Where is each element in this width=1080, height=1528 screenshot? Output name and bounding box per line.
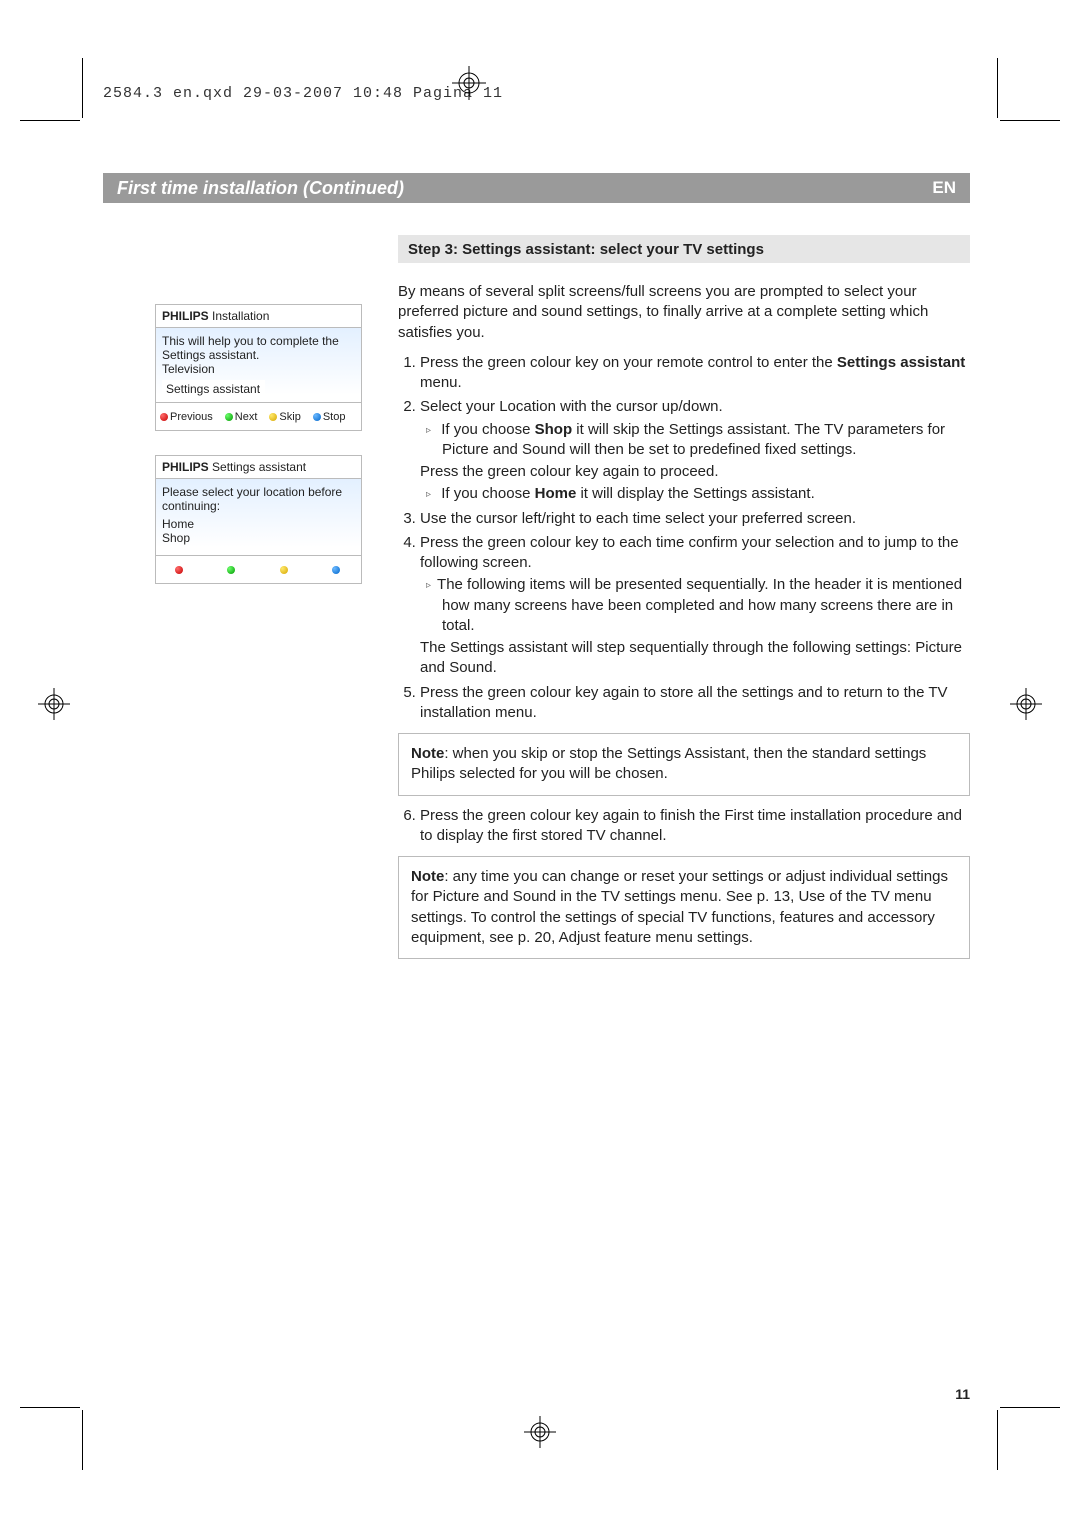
cropmark [82,1410,83,1470]
step-3: Use the cursor left/right to each time s… [420,509,970,529]
page-title: First time installation (Continued) [117,178,932,199]
yellow-dot-icon [269,413,277,421]
menu-line: This will help you to complete the Setti… [162,334,355,362]
yellow-dot-icon [280,566,288,574]
body-text: By means of several split screens/full s… [398,282,970,969]
step-heading: Step 3: Settings assistant: select your … [398,235,970,263]
menu-header: PHILIPS Installation [155,304,362,327]
step-5: Press the green colour key again to stor… [420,683,970,724]
red-dot-icon [175,566,183,574]
language-badge: EN [932,178,956,198]
note-box: Note: any time you can change or reset y… [398,856,970,959]
step-extra: The Settings assistant will step sequent… [420,638,970,679]
cropmark [997,58,998,118]
menu-preview-settings-assistant: PHILIPS Settings assistant Please select… [155,455,362,584]
menu-footer: Previous Next Skip Stop [155,403,362,431]
step-2: Select your Location with the cursor up/… [420,397,970,504]
registration-mark-icon [38,688,70,720]
cropmark [1000,1407,1060,1408]
red-dot-icon [160,413,168,421]
menu-footer [155,556,362,584]
note-text: : any time you can change or reset your … [411,868,948,946]
registration-mark-icon [1010,688,1042,720]
page-number: 11 [955,1386,970,1402]
menu-line: Television [162,362,355,376]
registration-mark-icon [524,1416,556,1448]
green-dot-icon [225,413,233,421]
green-dot-icon [227,566,235,574]
note-label: Note [411,868,444,885]
manual-page: 2584.3 en.qxd 29-03-2007 10:48 Pagina 11… [0,0,1080,1528]
menu-line: Please select your location before conti… [162,485,355,513]
substep: The following items will be presented se… [420,575,970,636]
menu-body: Please select your location before conti… [155,478,362,556]
menu-line: Shop [162,531,355,545]
menu-body: This will help you to complete the Setti… [155,327,362,403]
blue-dot-icon [313,413,321,421]
note-box: Note: when you skip or stop the Settings… [398,733,970,796]
substep: If you choose Shop it will skip the Sett… [420,420,970,461]
blue-dot-icon [332,566,340,574]
cropmark [1000,120,1060,121]
menu-title: Settings assistant [212,460,306,474]
menu-line: Home [162,517,355,531]
substep: If you choose Home it will display the S… [420,484,970,504]
menu-title: Installation [212,309,269,323]
cropmark [20,1407,80,1408]
registration-mark-icon [452,66,486,100]
instruction-list-cont: Press the green colour key again to fini… [398,806,970,847]
brand-label: PHILIPS [162,309,209,323]
colour-key-stop: Stop [313,411,346,423]
colour-key-next: Next [225,411,258,423]
intro-paragraph: By means of several split screens/full s… [398,282,970,343]
print-slug: 2584.3 en.qxd 29-03-2007 10:48 Pagina 11 [103,85,503,102]
instruction-list: Press the green colour key on your remot… [398,353,970,723]
cropmark [997,1410,998,1470]
menu-selected-item: Settings assistant [162,380,265,398]
note-text: : when you skip or stop the Settings Ass… [411,745,926,782]
menu-preview-installation: PHILIPS Installation This will help you … [155,304,362,431]
step-4: Press the green colour key to each time … [420,533,970,679]
brand-label: PHILIPS [162,460,209,474]
note-label: Note [411,745,444,762]
step-1: Press the green colour key on your remot… [420,353,970,394]
page-title-bar: First time installation (Continued) EN [103,173,970,203]
cropmark [20,120,80,121]
menu-header: PHILIPS Settings assistant [155,455,362,478]
colour-key-previous: Previous [160,411,213,423]
colour-key-skip: Skip [269,411,300,423]
step-extra: Press the green colour key again to proc… [420,462,970,482]
cropmark [82,58,83,118]
step-6: Press the green colour key again to fini… [420,806,970,847]
